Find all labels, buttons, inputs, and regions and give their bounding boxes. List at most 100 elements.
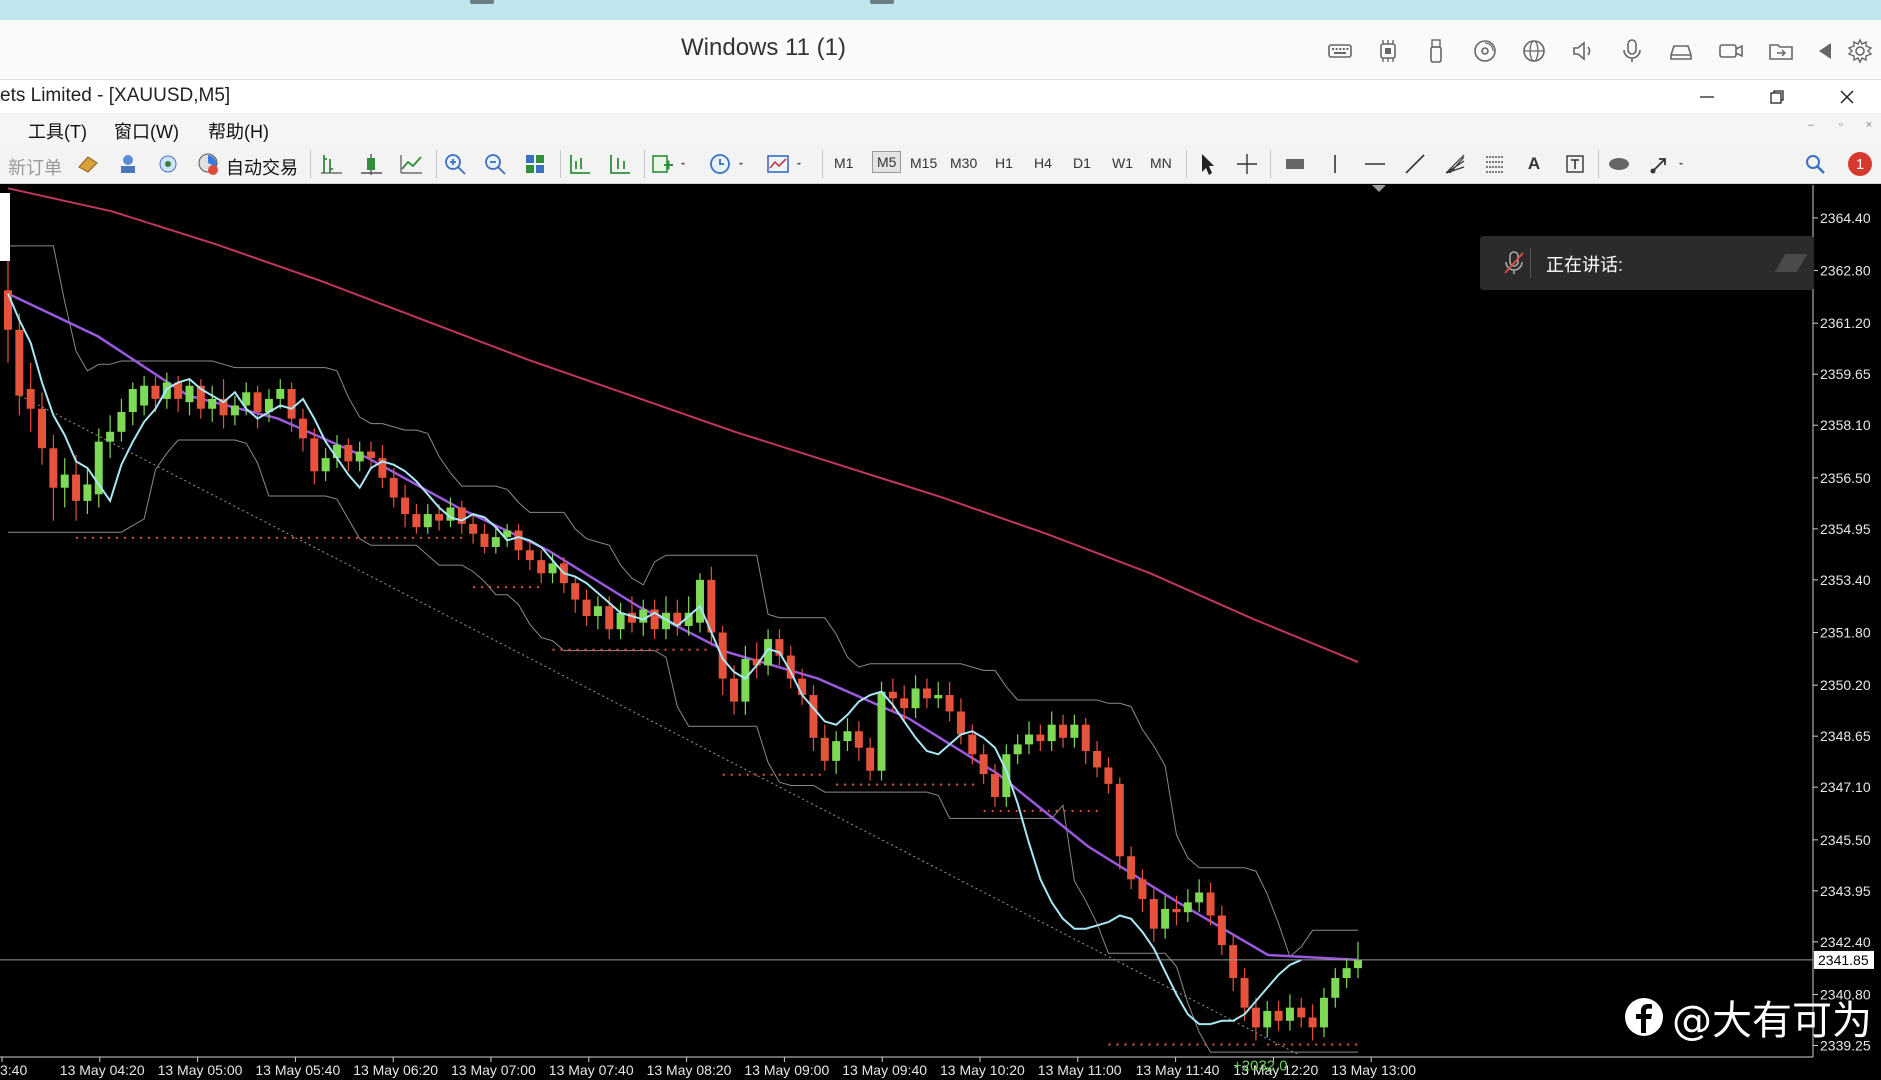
mdi-close-button[interactable]: × — [1858, 119, 1880, 137]
timeframe-m15[interactable]: M15 — [910, 155, 937, 171]
trend-line-icon[interactable] — [1400, 150, 1430, 178]
shared-folder-icon[interactable] — [1766, 36, 1796, 66]
menu-bar: 工具(T) 窗口(W) 帮助(H) – ▫ × — [0, 113, 1881, 144]
price-chart[interactable]: 2364.40 2362.80 2361.20 2359.65 2358.10 2356.… — [0, 185, 1881, 1080]
candle-body — [820, 737, 829, 761]
arrow-tool-icon[interactable] — [1646, 150, 1674, 178]
fibonacci-retracement-icon[interactable] — [1480, 150, 1510, 178]
candle-body — [1025, 734, 1034, 745]
price-tick-label: 2362.80 — [1820, 263, 1871, 279]
dropdown-icon[interactable] — [1674, 150, 1688, 178]
bar-chart-icon[interactable] — [316, 150, 346, 178]
menu-window[interactable]: 窗口(W) — [114, 118, 179, 144]
timeframe-h4[interactable]: H4 — [1034, 155, 1052, 171]
host-title-strip — [0, 0, 1881, 20]
search-icon[interactable] — [1800, 150, 1830, 178]
timeframe-m1[interactable]: M1 — [834, 155, 853, 171]
timeframe-mn[interactable]: MN — [1150, 155, 1172, 171]
chart-canvas: 2364.40 2362.80 2361.20 2359.65 2358.10 2356.… — [0, 185, 1874, 1078]
camera-icon[interactable] — [1716, 36, 1746, 66]
menu-tools[interactable]: 工具(T) — [28, 118, 87, 144]
crosshair-icon[interactable] — [1232, 150, 1262, 178]
chart-shift-marker[interactable] — [1372, 185, 1386, 192]
support-dot — [916, 783, 919, 786]
zoom-in-icon[interactable] — [440, 150, 470, 178]
support-dot — [892, 783, 895, 786]
candle-body — [208, 398, 217, 409]
candle-body — [1081, 724, 1090, 751]
close-button[interactable] — [1817, 80, 1877, 113]
timeframe-m30[interactable]: M30 — [950, 155, 977, 171]
gear-icon[interactable] — [1845, 36, 1875, 66]
candle-body — [106, 431, 115, 442]
speaker-icon[interactable] — [1568, 36, 1598, 66]
candle-body — [151, 385, 160, 399]
support-dot — [1323, 1043, 1326, 1046]
ellipse-icon[interactable] — [1604, 150, 1634, 178]
auto-trading-button[interactable]: 自动交易 — [226, 154, 298, 180]
support-dot — [1156, 1043, 1159, 1046]
watermark-text: @大有可为 — [1672, 998, 1872, 1044]
microphone-icon[interactable] — [1617, 36, 1647, 66]
voice-overlay-handle[interactable] — [1774, 254, 1808, 272]
disc-icon[interactable] — [1470, 36, 1500, 66]
candlestick-chart-icon[interactable] — [356, 150, 386, 178]
menu-help[interactable]: 帮助(H) — [208, 118, 269, 144]
rectangle-icon[interactable] — [1280, 150, 1310, 178]
templates-icon[interactable] — [764, 150, 792, 178]
support-dot — [156, 536, 159, 539]
line-chart-icon[interactable] — [396, 150, 426, 178]
navigator-icon[interactable] — [114, 150, 142, 178]
price-tick-label: 2358.10 — [1820, 417, 1871, 433]
minimize-button[interactable] — [1677, 80, 1737, 113]
mdi-restore-button[interactable]: ▫ — [1830, 119, 1852, 137]
candle-body — [412, 514, 421, 528]
restore-button[interactable] — [1747, 80, 1807, 113]
toolbar: 新订单 自动交易 M1 M5 M15 M30 H1 H4 D1 W1 MN A 1 — [0, 144, 1881, 184]
dropdown-icon[interactable] — [734, 150, 748, 178]
keyboard-icon[interactable] — [1325, 36, 1355, 66]
back-arrow-icon[interactable] — [1810, 36, 1840, 66]
indicators-icon[interactable] — [648, 150, 676, 178]
chart-shift-icon[interactable] — [604, 150, 634, 178]
usb-icon[interactable] — [1421, 36, 1451, 66]
new-order-button[interactable]: 新订单 — [8, 154, 62, 180]
candle-body — [355, 451, 364, 462]
periods-clock-icon[interactable] — [706, 150, 734, 178]
tile-windows-icon[interactable] — [520, 150, 550, 178]
fibonacci-fan-icon[interactable] — [1440, 150, 1470, 178]
data-feed-icon[interactable] — [154, 150, 182, 178]
timeframe-d1[interactable]: D1 — [1073, 155, 1091, 171]
slow-moving-average-line — [7, 187, 1359, 664]
cursor-arrow-icon[interactable] — [1192, 150, 1222, 178]
candle-body — [26, 389, 35, 409]
text-tool-button[interactable]: A — [1520, 150, 1548, 178]
price-tick-label: 2354.95 — [1820, 521, 1871, 537]
candle-body — [1308, 1017, 1317, 1028]
horizontal-line-icon[interactable] — [1360, 150, 1390, 178]
vertical-line-icon[interactable] — [1320, 150, 1350, 178]
support-dot — [983, 809, 986, 812]
support-dot — [244, 536, 247, 539]
notification-badge[interactable]: 1 — [1846, 150, 1874, 178]
support-dot — [412, 536, 415, 539]
time-tick-label: 13 May 05:00 — [158, 1062, 243, 1078]
text-label-icon[interactable] — [1560, 150, 1590, 178]
network-globe-icon[interactable] — [1519, 36, 1549, 66]
mdi-minimize-button[interactable]: – — [1800, 119, 1822, 137]
candle-body — [1047, 724, 1056, 742]
dropdown-icon[interactable] — [676, 150, 690, 178]
time-tick-label: 13 May 09:00 — [744, 1062, 829, 1078]
timeframe-w1[interactable]: W1 — [1112, 155, 1133, 171]
candle-body — [38, 408, 47, 449]
drive-icon[interactable] — [1666, 36, 1696, 66]
timeframe-m5[interactable]: M5 — [871, 151, 902, 173]
auto-scroll-icon[interactable] — [564, 150, 594, 178]
zoom-out-icon[interactable] — [480, 150, 510, 178]
chip-icon[interactable] — [1373, 36, 1403, 66]
dropdown-icon[interactable] — [792, 150, 806, 178]
timeframe-h1[interactable]: H1 — [995, 155, 1013, 171]
auto-trading-icon[interactable] — [194, 150, 222, 178]
support-dot — [388, 536, 391, 539]
market-watch-icon[interactable] — [74, 150, 102, 178]
